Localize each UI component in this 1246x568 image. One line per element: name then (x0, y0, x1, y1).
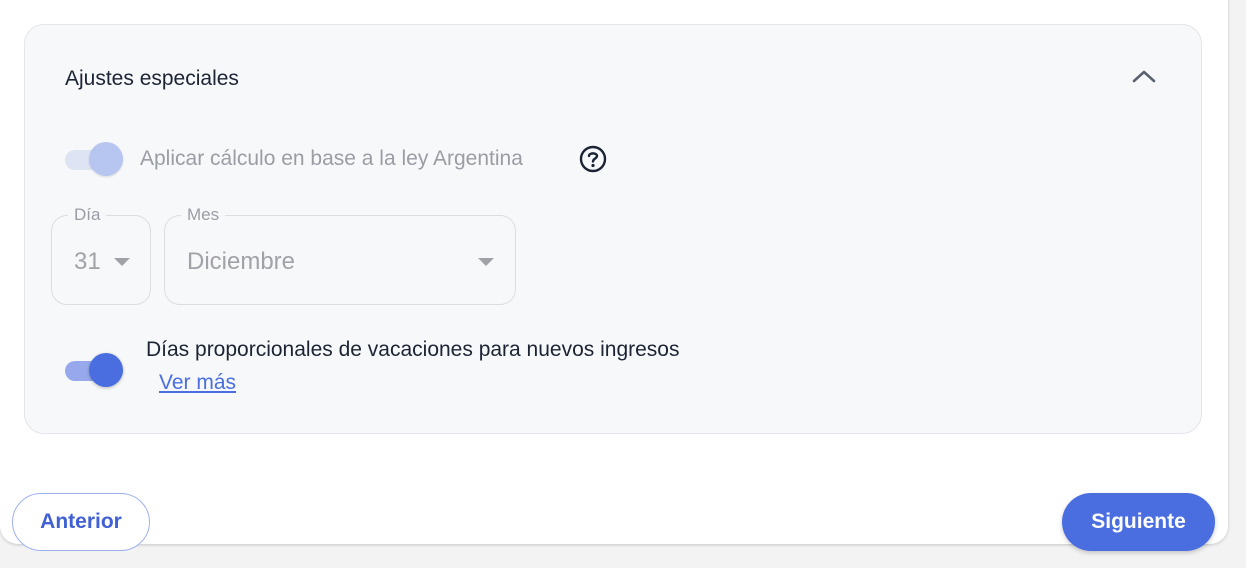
see-more-link[interactable]: Ver más (159, 371, 236, 395)
collapse-button[interactable] (1129, 63, 1159, 93)
month-select[interactable]: Mes Diciembre (164, 206, 516, 305)
proportional-days-toggle[interactable] (63, 351, 125, 387)
wizard-card: Ajustes especiales Aplicar cálculo en ba… (0, 0, 1228, 551)
toggle-thumb (89, 353, 123, 387)
caret-down-icon (114, 258, 130, 266)
chevron-up-icon (1132, 69, 1156, 88)
next-button[interactable]: Siguiente (1062, 493, 1215, 551)
previous-button[interactable]: Anterior (12, 493, 150, 551)
panel-title: Ajustes especiales (65, 67, 239, 90)
special-settings-panel: Ajustes especiales Aplicar cálculo en ba… (24, 24, 1202, 434)
proportional-days-label: Días proporcionales de vacaciones para n… (146, 338, 680, 361)
argentina-law-label: Aplicar cálculo en base a la ley Argenti… (140, 147, 523, 170)
caret-down-icon (478, 258, 494, 266)
day-select-legend: Día (68, 206, 107, 224)
question-circle-icon[interactable] (579, 145, 607, 173)
day-select-value: 31 (74, 248, 101, 275)
day-select[interactable]: Día 31 (51, 206, 151, 305)
argentina-law-toggle[interactable] (63, 140, 125, 176)
month-select-legend: Mes (181, 206, 226, 224)
month-select-value: Diciembre (187, 248, 296, 275)
toggle-thumb (89, 142, 123, 176)
